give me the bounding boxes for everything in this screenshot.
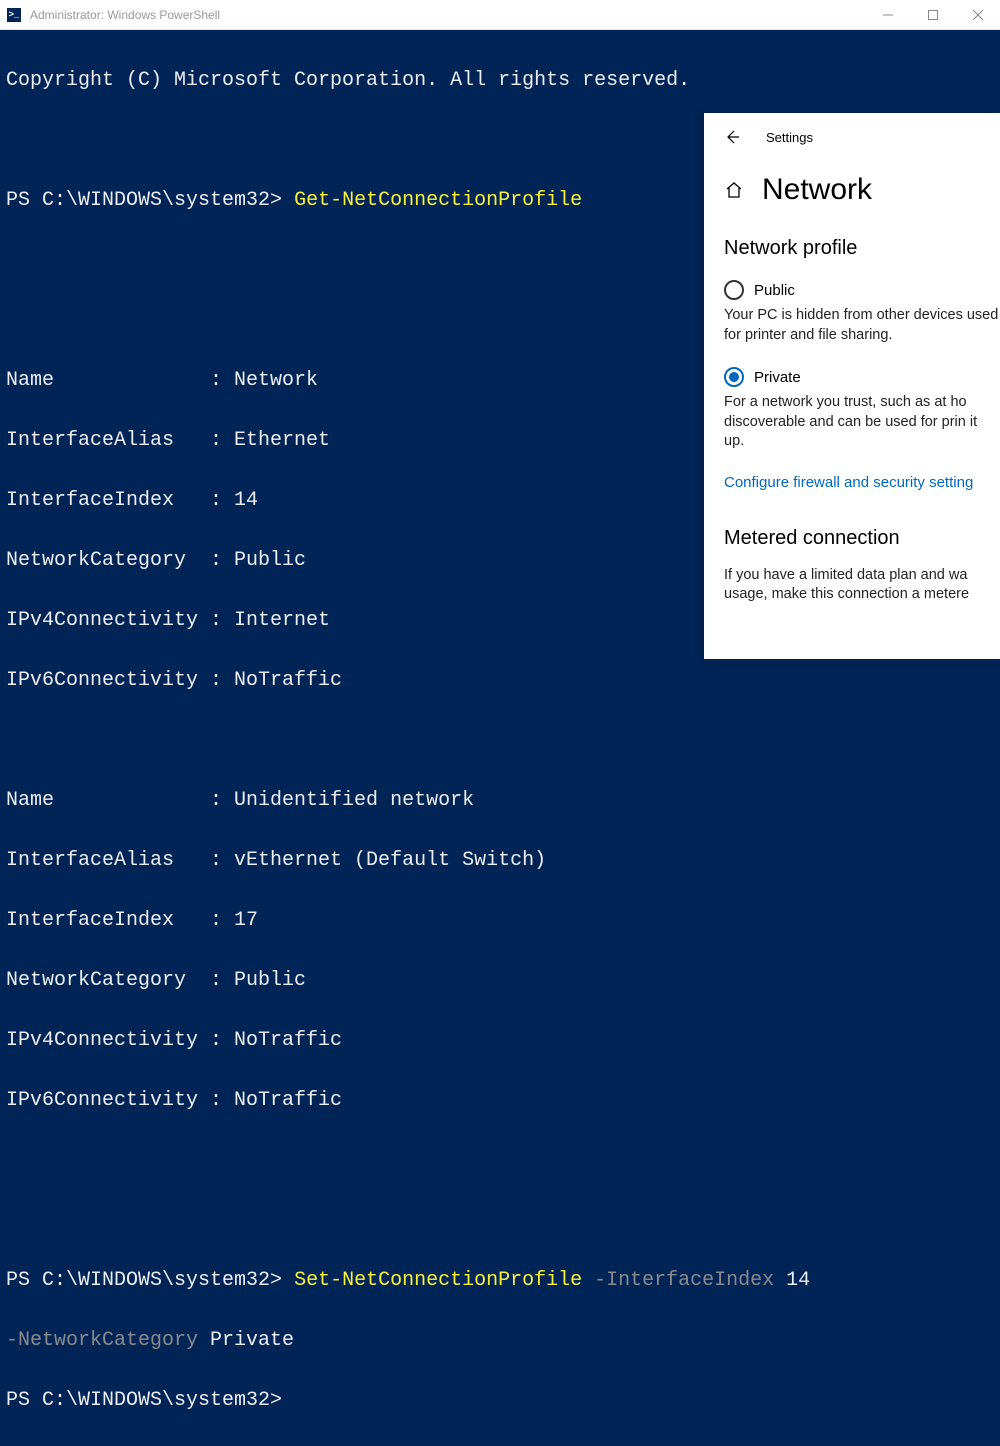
output-line: IPv6Connectivity : NoTraffic	[6, 1086, 1000, 1116]
radio-public[interactable]: Public	[724, 280, 1000, 300]
radio-public-label: Public	[754, 282, 795, 299]
command-2: Set-NetConnectionProfile	[294, 1269, 582, 1292]
radio-icon-selected	[724, 367, 744, 387]
copyright-line: Copyright (C) Microsoft Corporation. All…	[6, 66, 1000, 96]
home-icon[interactable]	[724, 180, 744, 200]
output-line: InterfaceIndex : 17	[6, 906, 1000, 936]
close-button[interactable]	[955, 0, 1000, 30]
prompt-line-3: PS C:\WINDOWS\system32>	[6, 1386, 1000, 1416]
settings-header: Settings	[724, 129, 1000, 145]
section-network-profile: Network profile	[724, 237, 1000, 260]
settings-panel: Settings Network Network profile Public …	[704, 113, 1000, 659]
output-line: InterfaceAlias : vEthernet (Default Swit…	[6, 846, 1000, 876]
minimize-button[interactable]	[865, 0, 910, 30]
firewall-link[interactable]: Configure firewall and security setting	[724, 474, 1000, 491]
command-1: Get-NetConnectionProfile	[294, 189, 582, 212]
section-metered: Metered connection	[724, 527, 1000, 550]
output-line: IPv6Connectivity : NoTraffic	[6, 666, 1000, 696]
maximize-button[interactable]	[910, 0, 955, 30]
blank-line	[6, 1146, 1000, 1176]
metered-desc: If you have a limited data plan and wa u…	[724, 566, 1000, 605]
output-line: Name : Unidentified network	[6, 786, 1000, 816]
settings-label: Settings	[766, 130, 813, 145]
prompt-line-2b: -NetworkCategory Private	[6, 1326, 1000, 1356]
radio-private-desc: For a network you trust, such as at ho d…	[724, 393, 1000, 452]
page-title: Network	[762, 173, 872, 207]
blank-line	[6, 1206, 1000, 1236]
radio-private[interactable]: Private	[724, 367, 1000, 387]
back-arrow-icon[interactable]	[724, 129, 740, 145]
output-line: IPv4Connectivity : NoTraffic	[6, 1026, 1000, 1056]
titlebar: >_ Administrator: Windows PowerShell	[0, 0, 1000, 30]
radio-private-label: Private	[754, 369, 801, 386]
radio-icon	[724, 280, 744, 300]
radio-public-desc: Your PC is hidden from other devices use…	[724, 306, 1000, 345]
output-line: NetworkCategory : Public	[6, 966, 1000, 996]
powershell-icon: >_	[6, 7, 22, 23]
window-title: Administrator: Windows PowerShell	[30, 8, 865, 22]
blank-line	[6, 726, 1000, 756]
prompt-line-2: PS C:\WINDOWS\system32> Set-NetConnectio…	[6, 1266, 1000, 1296]
